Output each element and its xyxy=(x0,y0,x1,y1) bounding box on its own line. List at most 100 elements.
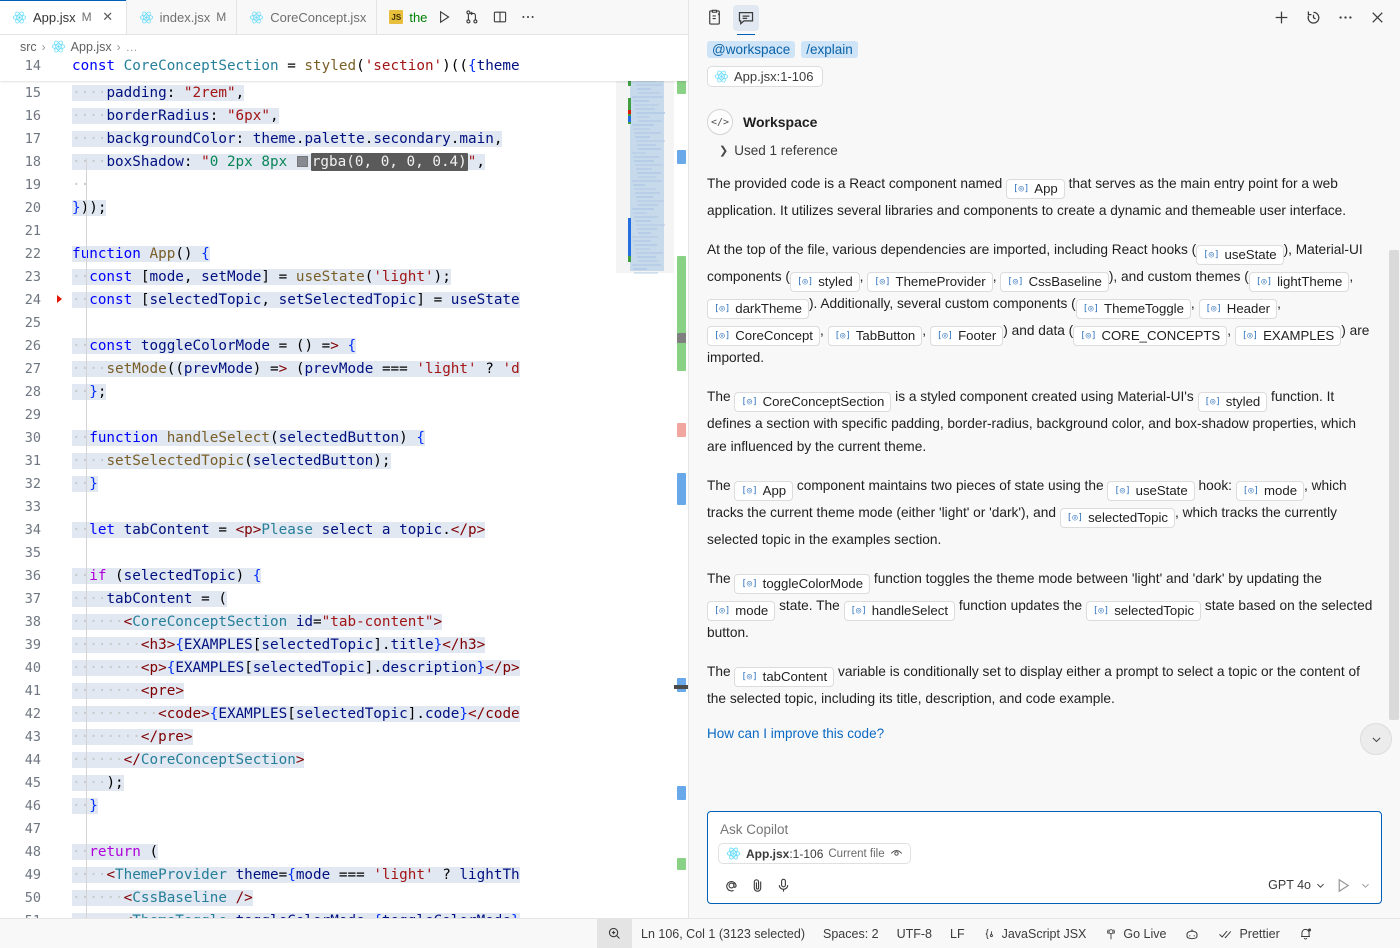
code-editor[interactable]: 15 ····padding: "2rem", 16 ····borderRadius… xyxy=(0,58,688,918)
more-actions-icon[interactable] xyxy=(1332,5,1358,31)
code-reference-pill[interactable]: [◎] App xyxy=(734,481,794,501)
editor-tab-the[interactable]: JS the xyxy=(377,0,428,34)
code-line[interactable]: 32 ··} xyxy=(0,472,688,495)
editor-overview-ruler[interactable] xyxy=(674,58,688,918)
code-reference-pill[interactable]: [◎] mode xyxy=(1235,481,1305,501)
status-go-live[interactable]: Go Live xyxy=(1095,919,1175,948)
code-reference-pill[interactable]: [◎] styled xyxy=(1197,392,1268,412)
code-line[interactable]: 16 ····borderRadius: "6px", xyxy=(0,104,688,127)
code-line[interactable]: 27 ····setMode((prevMode) => (prevMode ==… xyxy=(0,357,688,380)
more-actions-icon[interactable] xyxy=(515,4,541,30)
history-icon[interactable] xyxy=(1300,5,1326,31)
code-line[interactable]: 28 ··}; xyxy=(0,380,688,403)
code-line[interactable]: 45 ····); xyxy=(0,771,688,794)
code-line[interactable]: 29 xyxy=(0,403,688,426)
attach-icon[interactable] xyxy=(744,873,770,897)
workspace-mention-chip[interactable]: @workspace xyxy=(707,41,796,58)
code-line[interactable]: 48 ··return ( xyxy=(0,840,688,863)
breadcrumb-root[interactable]: src xyxy=(20,40,37,54)
status-prettier[interactable]: Prettier xyxy=(1209,919,1288,948)
code-line[interactable]: 50 ······<CssBaseline /> xyxy=(0,886,688,909)
code-reference-pill[interactable]: [◎] TabButton xyxy=(827,326,923,346)
code-line[interactable]: 49 ····<ThemeProvider theme={mode === 'li… xyxy=(0,863,688,886)
chat-input-box[interactable]: Ask Copilot App.jsx:1-106 Current file G… xyxy=(707,811,1382,904)
status-javascript-jsx[interactable]: JavaScript JSX xyxy=(974,919,1096,948)
code-reference-pill[interactable]: [◎] EXAMPLES xyxy=(1234,326,1342,346)
code-reference-pill[interactable]: [◎] handleSelect xyxy=(843,601,956,621)
chat-view-icon[interactable] xyxy=(733,4,759,35)
code-line[interactable]: 38 ······<CoreConceptSection id="tab-cont… xyxy=(0,610,688,633)
source-control-icon[interactable] xyxy=(459,4,485,30)
explain-command-chip[interactable]: /explain xyxy=(801,41,858,58)
run-icon[interactable] xyxy=(431,4,457,30)
code-line[interactable]: 25 xyxy=(0,311,688,334)
sticky-scroll-line[interactable]: 14 const CoreConceptSection = styled('se… xyxy=(0,58,688,81)
code-reference-pill[interactable]: [◎] useState xyxy=(1107,481,1195,501)
code-line[interactable]: 43 ········</pre> xyxy=(0,725,688,748)
code-line[interactable]: 40 ········<p>{EXAMPLES[selectedTopic].de… xyxy=(0,656,688,679)
breadcrumb[interactable]: src › App.jsx › … xyxy=(0,35,688,58)
code-reference-pill[interactable]: [◎] tabContent xyxy=(734,667,835,687)
code-line[interactable]: 33 xyxy=(0,495,688,518)
code-line[interactable]: 23 ··const [mode, setMode] = useState('li… xyxy=(0,265,688,288)
code-line[interactable]: 39 ········<h3>{EXAMPLES[selectedTopic].t… xyxy=(0,633,688,656)
new-chat-icon[interactable] xyxy=(1268,5,1294,31)
editor-minimap[interactable] xyxy=(616,58,674,918)
microphone-icon[interactable] xyxy=(770,873,796,897)
code-line[interactable]: 30 ··function handleSelect(selectedButton… xyxy=(0,426,688,449)
code-reference-pill[interactable]: [◎] CoreConceptSection xyxy=(734,392,892,412)
scroll-to-bottom-button[interactable] xyxy=(1360,723,1392,755)
code-reference-pill[interactable]: [◎] CORE_CONCEPTS xyxy=(1073,326,1228,346)
mention-icon[interactable] xyxy=(718,873,744,897)
breadcrumb-file[interactable]: App.jsx xyxy=(71,40,112,54)
code-line[interactable]: 47 xyxy=(0,817,688,840)
screencast-zoom-icon[interactable] xyxy=(597,918,632,948)
code-line[interactable]: 17 ····backgroundColor: theme.palette.sec… xyxy=(0,127,688,150)
code-line[interactable]: 44 ······</CoreConceptSection> xyxy=(0,748,688,771)
send-icon[interactable] xyxy=(1330,873,1356,897)
attached-reference-pill[interactable]: App.jsx:1-106 xyxy=(707,66,823,87)
code-reference-pill[interactable]: [◎] Header xyxy=(1198,299,1278,319)
breadcrumb-more[interactable]: … xyxy=(126,40,138,54)
code-reference-pill[interactable]: [◎] CssBaseline xyxy=(1000,272,1109,292)
code-line[interactable]: 24 ··const [selectedTopic, setSelectedTop… xyxy=(0,288,688,311)
code-reference-pill[interactable]: [◎] darkTheme xyxy=(707,299,809,319)
code-reference-pill[interactable]: [◎] lightTheme xyxy=(1248,272,1350,292)
editor-tab-app-jsx[interactable]: App.jsx M ✕ xyxy=(0,0,127,34)
status-spaces-2[interactable]: Spaces: 2 xyxy=(814,919,888,948)
code-line[interactable]: 34 ··let tabContent = <p>Please select a … xyxy=(0,518,688,541)
code-line[interactable]: 41 ········<pre> xyxy=(0,679,688,702)
status-utf-8[interactable]: UTF-8 xyxy=(888,919,941,948)
code-line[interactable]: 37 ····tabContent = ( xyxy=(0,587,688,610)
editor-tab-coreconcept-jsx[interactable]: CoreConcept.jsx xyxy=(237,0,378,34)
code-line[interactable]: 36 ··if (selectedTopic) { xyxy=(0,564,688,587)
context-file-pill[interactable]: App.jsx:1-106 Current file xyxy=(718,843,911,864)
code-line[interactable]: 22 function App() { xyxy=(0,242,688,265)
split-editor-icon[interactable] xyxy=(487,4,513,30)
code-reference-pill[interactable]: [◎] selectedTopic xyxy=(1059,508,1175,528)
eye-icon[interactable] xyxy=(890,847,903,860)
code-line[interactable]: 20})); xyxy=(0,196,688,219)
chat-input-placeholder[interactable]: Ask Copilot xyxy=(718,821,1371,843)
code-lines[interactable]: 15 ····padding: "2rem", 16 ····borderRadius… xyxy=(0,58,688,918)
code-line[interactable]: 19 ·· xyxy=(0,173,688,196)
send-options-chevron-icon[interactable] xyxy=(1360,880,1371,891)
code-line[interactable]: 18 ····boxShadow: "0 2px 8px rgba(0, 0, 0… xyxy=(0,150,688,173)
code-line[interactable]: 26 ··const toggleColorMode = () => { xyxy=(0,334,688,357)
status-ln-106-col-1-3123-selected[interactable]: Ln 106, Col 1 (3123 selected) xyxy=(632,919,814,948)
code-reference-pill[interactable]: [◎] ThemeProvider xyxy=(867,272,993,292)
status-bell-dot-icon[interactable] xyxy=(1289,919,1322,948)
close-icon[interactable]: ✕ xyxy=(100,9,116,25)
close-icon[interactable] xyxy=(1364,5,1390,31)
code-reference-pill[interactable]: [◎] mode xyxy=(707,601,776,621)
code-line[interactable]: 15 ····padding: "2rem", xyxy=(0,81,688,104)
code-reference-pill[interactable]: [◎] toggleColorMode xyxy=(734,574,871,594)
code-reference-pill[interactable]: [◎] selectedTopic xyxy=(1085,601,1202,621)
code-line[interactable]: 51 ······<ThemeToggle toggleColorMode={to… xyxy=(0,909,688,918)
status-lf[interactable]: LF xyxy=(941,919,974,948)
new-edit-session-icon[interactable] xyxy=(701,5,727,31)
code-line[interactable]: 35 xyxy=(0,541,688,564)
chat-conversation[interactable]: @workspace/explain App.jsx:1-106 </> Wor… xyxy=(689,35,1400,811)
code-reference-pill[interactable]: [◎] App xyxy=(1006,179,1065,199)
code-line[interactable]: 42 ··········<code>{EXAMPLES[selectedTopi… xyxy=(0,702,688,725)
